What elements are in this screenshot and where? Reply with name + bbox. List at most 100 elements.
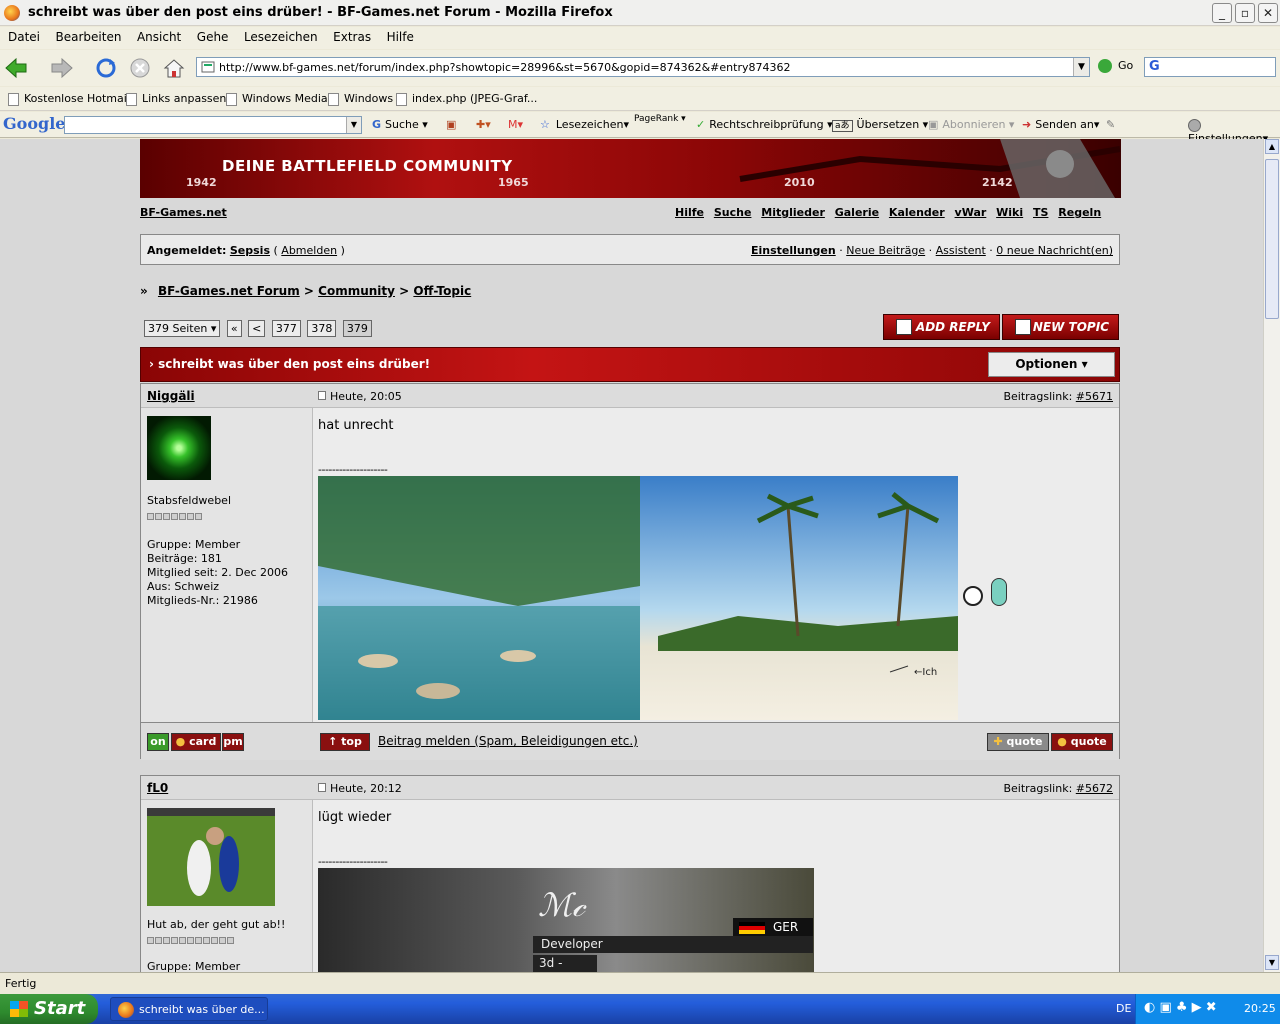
scroll-down-icon[interactable]: ▼ [1265,955,1279,970]
logout-link[interactable]: Abmelden [281,244,337,257]
nav-link-mitglieder[interactable]: Mitglieder [761,206,825,219]
avatar[interactable] [147,416,211,480]
card-button[interactable]: ● card [171,733,221,751]
new-posts-link[interactable]: Neue Beiträge [846,244,925,257]
google-search-button[interactable]: G Suche ▾ [372,118,428,131]
topic-title: › schreibt was über den post eins drüber… [149,357,431,371]
nav-link-galerie[interactable]: Galerie [835,206,879,219]
reload-icon[interactable] [94,57,118,79]
new-topic-button[interactable]: NEW TOPIC [1002,314,1119,340]
bookmark-item[interactable]: Kostenlose Hotmail [8,92,130,106]
breadcrumb: » BF-Games.net Forum > Community > Off-T… [140,284,472,298]
nav-link-hilfe[interactable]: Hilfe [675,206,704,219]
signature-banner: ℳ𝒸 GER Developer 3d - Artist [318,868,814,972]
bookmark-item[interactable]: index.php (JPEG-Graf... [396,92,537,106]
topic-header: › schreibt was über den post eins drüber… [140,347,1120,382]
post-author[interactable]: fL0 [147,781,168,795]
go-button[interactable]: Go [1098,59,1133,73]
bookmarks-button[interactable]: ☆ Lesezeichen▾ [540,118,629,131]
top-button[interactable]: ↑ top [320,733,370,751]
pagination: 379 Seiten ▾ « < 377 378 379 [144,320,375,338]
language-indicator[interactable]: DE [1116,1002,1131,1015]
nav-link-kalender[interactable]: Kalender [889,206,945,219]
translate-button[interactable]: aあ Übersetzen ▾ [832,118,928,132]
avatar[interactable] [147,808,275,906]
home-link[interactable]: BF-Games.net [140,206,227,219]
bookmark-item[interactable]: Windows [328,92,393,106]
subscribe-button[interactable]: ▣ Abonnieren ▾ [928,118,1014,131]
scrollbar-thumb[interactable] [1265,159,1279,319]
home-icon[interactable] [162,57,186,79]
google-search-box[interactable]: G [1144,57,1276,77]
post-author[interactable]: Niggäli [147,389,195,403]
page-link[interactable]: 377 [271,320,301,337]
assistant-link[interactable]: Assistent [936,244,986,257]
report-post-link[interactable]: Beitrag melden (Spam, Beleidigungen etc.… [378,734,638,748]
start-button[interactable]: Start [0,994,98,1024]
page-icon [201,61,215,73]
pagerank-indicator[interactable]: PageRank ▾ [634,114,686,124]
post-date-text: Heute, 20:05 [330,390,402,403]
breadcrumb-offtopic[interactable]: Off-Topic [413,284,471,298]
puzzle-icon[interactable]: ✚▾ [476,118,491,131]
chevron-down-icon[interactable]: ▼ [346,117,361,133]
menu-lesezeichen[interactable]: Lesezeichen [244,27,318,47]
breadcrumb-forum[interactable]: BF-Games.net Forum [158,284,300,298]
prev-page-button[interactable]: < [248,320,266,337]
vertical-scrollbar[interactable]: ▲ ▼ [1263,139,1280,972]
tray-icons[interactable]: ◐ ▣ ♣ ▶ ✖ [1144,1000,1217,1015]
stop-icon[interactable] [128,57,152,79]
site-banner[interactable]: DEINE BATTLEFIELD COMMUNITY 1942 1965 20… [140,139,1121,198]
url-bar[interactable]: http://www.bf-games.net/forum/index.php?… [196,57,1090,77]
google-toolbar-search-input[interactable]: ▼ [64,116,362,134]
bookmark-item[interactable]: Windows Media [226,92,328,106]
menu-gehe[interactable]: Gehe [197,27,229,47]
page-link[interactable]: 378 [307,320,337,337]
url-text[interactable]: http://www.bf-games.net/forum/index.php?… [219,61,790,74]
multiquote-button[interactable]: ✚ quote [987,733,1049,751]
pages-dropdown[interactable]: 379 Seiten ▾ [144,320,221,337]
url-dropdown-icon[interactable]: ▼ [1073,58,1089,76]
scroll-up-icon[interactable]: ▲ [1265,139,1279,154]
close-button[interactable]: ✕ [1258,3,1278,23]
add-reply-button[interactable]: ADD REPLY [883,314,1000,340]
user-link[interactable]: Sepsis [230,244,270,257]
send-button[interactable]: ➜ Senden an▾ [1022,118,1099,131]
nav-link-ts[interactable]: TS [1033,206,1048,219]
spellcheck-button[interactable]: ✓ Rechtschreibprüfung ▾ [696,118,833,131]
menu-extras[interactable]: Extras [333,27,371,47]
star-icon: ☆ [540,118,550,131]
soccer-ball-icon [963,586,983,606]
maximize-button[interactable]: ▫ [1235,3,1255,23]
nav-link-regeln[interactable]: Regeln [1058,206,1101,219]
gmail-icon[interactable]: M▾ [508,118,523,131]
nav-link-wiki[interactable]: Wiki [996,206,1023,219]
menu-hilfe[interactable]: Hilfe [387,27,414,47]
forward-icon[interactable] [50,57,74,79]
back-icon[interactable] [4,57,28,79]
messages-link[interactable]: 0 neue Nachricht(en) [996,244,1113,257]
breadcrumb-community[interactable]: Community [318,284,395,298]
nav-link-vwar[interactable]: vWar [955,206,987,219]
bookmark-item[interactable]: Links anpassen [126,92,226,106]
taskbar-item-firefox[interactable]: schreibt was über de... [110,997,268,1021]
menu-ansicht[interactable]: Ansicht [137,27,181,47]
options-dropdown[interactable]: Optionen ▾ [988,352,1115,377]
minimize-button[interactable]: _ [1212,3,1232,23]
post-link-id[interactable]: #5672 [1076,782,1113,795]
google-logo[interactable]: Google [3,114,65,133]
menu-datei[interactable]: Datei [8,27,40,47]
pm-button[interactable]: pm [222,733,244,751]
post-link-id[interactable]: #5671 [1076,390,1113,403]
first-page-button[interactable]: « [226,320,242,337]
news-icon[interactable]: ▣ [446,118,456,131]
post-link: Beitragslink: #5671 [1003,390,1113,403]
nav-link-suche[interactable]: Suche [714,206,752,219]
arrow-up-icon: ↑ [328,735,338,748]
breadcrumb-arrow-icon: » [140,284,148,298]
menu-bearbeiten[interactable]: Bearbeiten [56,27,122,47]
check-icon: ✓ [696,118,706,131]
quote-button[interactable]: ● quote [1051,733,1113,751]
settings-link[interactable]: Einstellungen [751,244,836,257]
pencil-icon[interactable]: ✎ [1106,118,1115,131]
